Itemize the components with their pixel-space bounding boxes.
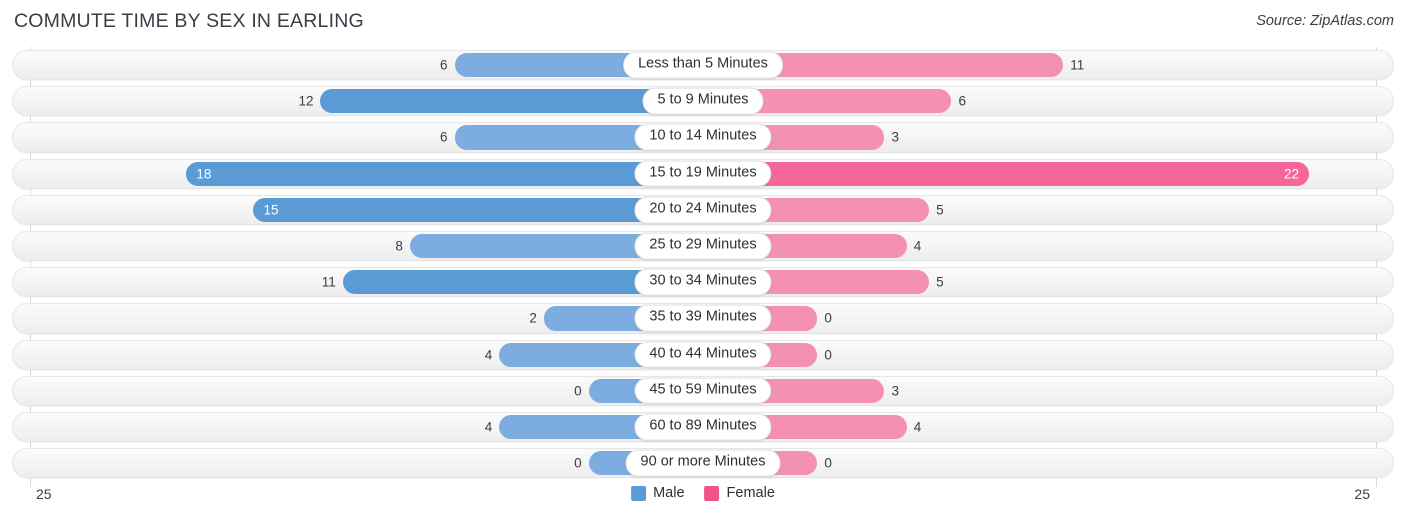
page-title: COMMUTE TIME BY SEX IN EARLING bbox=[14, 10, 364, 32]
bar-value-label: 6 bbox=[958, 93, 966, 109]
bar-value-label: 0 bbox=[824, 310, 832, 326]
category-label: 5 to 9 Minutes bbox=[642, 87, 764, 115]
bar-value-label: 3 bbox=[891, 383, 899, 399]
half-female: 5 bbox=[703, 270, 1376, 295]
bar-value-label: 6 bbox=[440, 129, 448, 145]
category-label: 15 to 19 Minutes bbox=[634, 160, 772, 187]
bar-value-label: 18 bbox=[196, 165, 212, 181]
half-female: 3 bbox=[703, 378, 1376, 403]
bar-rows: 6 11 Less than 5 Minutes 12 6 5 to 9 Minutes 6… bbox=[0, 47, 1406, 481]
half-male: 11 bbox=[30, 270, 703, 295]
plot-area: 6 11 Less than 5 Minutes 12 6 5 to 9 Minutes 6… bbox=[0, 47, 1406, 487]
bar-value-label: 15 bbox=[263, 202, 279, 218]
half-female: 22 bbox=[703, 161, 1376, 186]
bar-row: 11 5 30 to 34 Minutes bbox=[0, 264, 1406, 300]
bar-row: 15 5 20 to 24 Minutes bbox=[0, 192, 1406, 228]
half-male: 2 bbox=[30, 306, 703, 331]
bar-value-label: 0 bbox=[574, 455, 582, 471]
bar-row: 6 3 10 to 14 Minutes bbox=[0, 119, 1406, 155]
bar-value-label: 11 bbox=[1070, 57, 1085, 73]
bar-value-label: 4 bbox=[913, 419, 922, 435]
bar-value-label: 4 bbox=[484, 346, 493, 362]
half-male: 4 bbox=[30, 414, 703, 440]
category-label: 90 or more Minutes bbox=[625, 449, 781, 477]
bar-row: 2 0 35 to 39 Minutes bbox=[0, 300, 1406, 336]
chart-legend: Male Female bbox=[631, 485, 775, 501]
bar-female[interactable]: 22 bbox=[703, 161, 1309, 186]
bar-value-label: 11 bbox=[321, 274, 336, 290]
category-label: 60 to 89 Minutes bbox=[634, 413, 772, 441]
bar-row: 12 6 5 to 9 Minutes bbox=[0, 83, 1406, 119]
half-female: 4 bbox=[703, 233, 1376, 259]
category-label: 30 to 34 Minutes bbox=[634, 268, 772, 296]
chart-header: COMMUTE TIME BY SEX IN EARLING Source: Z… bbox=[0, 0, 1406, 46]
category-label: 20 to 24 Minutes bbox=[634, 196, 772, 224]
category-label: 25 to 29 Minutes bbox=[634, 232, 772, 260]
bar-row: 4 4 60 to 89 Minutes bbox=[0, 409, 1406, 445]
bar-row: 0 3 45 to 59 Minutes bbox=[0, 373, 1406, 409]
category-label: 40 to 44 Minutes bbox=[634, 341, 772, 368]
bar-value-label: 4 bbox=[913, 238, 922, 254]
bar-value-label: 8 bbox=[395, 238, 403, 254]
half-male: 0 bbox=[30, 451, 703, 476]
bar-value-label: 22 bbox=[1283, 165, 1299, 181]
bar-value-label: 0 bbox=[574, 383, 582, 399]
legend-item-female[interactable]: Female bbox=[704, 485, 775, 501]
legend-swatch-icon bbox=[631, 485, 647, 501]
chart-footer: 25 25 Male Female bbox=[0, 482, 1406, 523]
bar-male[interactable]: 18 bbox=[186, 161, 703, 186]
bar-value-label: 2 bbox=[529, 310, 537, 326]
bar-value-label: 6 bbox=[440, 57, 448, 73]
legend-label: Female bbox=[726, 485, 775, 501]
half-female: 6 bbox=[703, 89, 1376, 114]
bar-value-label: 5 bbox=[936, 274, 944, 290]
category-label: 45 to 59 Minutes bbox=[634, 377, 772, 405]
half-female: 0 bbox=[703, 306, 1376, 331]
half-female: 4 bbox=[703, 414, 1376, 440]
half-male: 12 bbox=[30, 89, 703, 114]
chart-page: COMMUTE TIME BY SEX IN EARLING Source: Z… bbox=[0, 0, 1406, 523]
half-female: 3 bbox=[703, 125, 1376, 150]
source-attribution: Source: ZipAtlas.com bbox=[1256, 13, 1394, 29]
half-male: 4 bbox=[30, 342, 703, 367]
bar-row: 0 0 90 or more Minutes bbox=[0, 445, 1406, 481]
legend-label: Male bbox=[653, 485, 685, 501]
bar-value-label: 5 bbox=[936, 202, 944, 218]
half-male: 18 bbox=[30, 161, 703, 186]
bar-row: 6 11 Less than 5 Minutes bbox=[0, 47, 1406, 83]
half-male: 6 bbox=[30, 53, 703, 78]
half-male: 6 bbox=[30, 125, 703, 150]
bar-value-label: 0 bbox=[824, 455, 832, 471]
bar-row: 18 22 15 to 19 Minutes bbox=[0, 156, 1406, 192]
bar-row: 8 4 25 to 29 Minutes bbox=[0, 228, 1406, 264]
category-label: 35 to 39 Minutes bbox=[634, 305, 772, 332]
half-female: 0 bbox=[703, 451, 1376, 476]
bar-value-label: 12 bbox=[298, 93, 314, 109]
half-female: 11 bbox=[703, 53, 1376, 78]
half-female: 5 bbox=[703, 197, 1376, 222]
half-male: 0 bbox=[30, 378, 703, 403]
half-male: 8 bbox=[30, 233, 703, 259]
category-label: 10 to 14 Minutes bbox=[634, 124, 772, 151]
category-label: Less than 5 Minutes bbox=[623, 51, 783, 79]
bar-value-label: 3 bbox=[891, 129, 899, 145]
half-male: 15 bbox=[30, 197, 703, 222]
bar-value-label: 0 bbox=[824, 346, 832, 362]
bar-value-label: 4 bbox=[484, 419, 493, 435]
axis-label-left: 25 bbox=[36, 486, 52, 502]
half-female: 0 bbox=[703, 342, 1376, 367]
legend-item-male[interactable]: Male bbox=[631, 485, 685, 501]
legend-swatch-icon bbox=[704, 485, 720, 501]
bar-row: 4 0 40 to 44 Minutes bbox=[0, 337, 1406, 373]
axis-label-right: 25 bbox=[1354, 486, 1370, 502]
